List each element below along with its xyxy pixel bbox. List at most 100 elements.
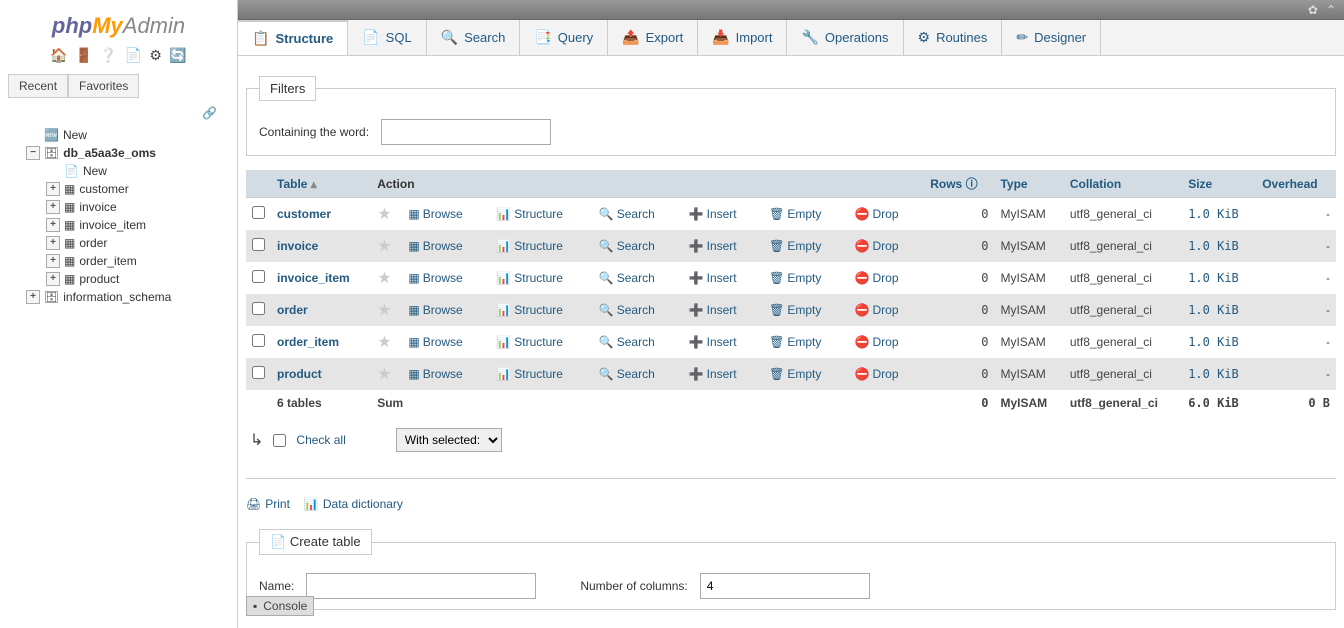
- logo[interactable]: phpMyAdmin: [0, 5, 237, 43]
- browse-action[interactable]: ▦Browse: [408, 207, 462, 221]
- tab-designer[interactable]: ✏Designer: [1002, 20, 1101, 55]
- expand-icon[interactable]: +: [46, 218, 60, 232]
- structure-action[interactable]: 📊Structure: [496, 303, 563, 317]
- row-checkbox[interactable]: [252, 302, 265, 315]
- tab-import[interactable]: 📥Import: [698, 20, 787, 55]
- empty-action[interactable]: 🗑Empty: [769, 271, 821, 285]
- drop-action[interactable]: ⛔Drop: [855, 207, 899, 221]
- data-dictionary-link[interactable]: 📊Data dictionary: [304, 497, 403, 511]
- expand-icon[interactable]: +: [26, 290, 40, 304]
- tab-query[interactable]: 📑Query: [520, 20, 608, 55]
- collapse-panel-icon[interactable]: ⌃: [1326, 3, 1336, 17]
- drop-action[interactable]: ⛔Drop: [855, 303, 899, 317]
- insert-action[interactable]: ➕Insert: [689, 367, 737, 381]
- empty-action[interactable]: 🗑Empty: [769, 239, 821, 253]
- browse-action[interactable]: ▦Browse: [408, 335, 462, 349]
- tab-structure[interactable]: 📋Structure: [238, 20, 348, 55]
- create-cols-input[interactable]: [700, 573, 870, 599]
- table-name-link[interactable]: order_item: [277, 335, 339, 349]
- insert-action[interactable]: ➕Insert: [689, 239, 737, 253]
- row-checkbox[interactable]: [252, 238, 265, 251]
- insert-action[interactable]: ➕Insert: [689, 207, 737, 221]
- expand-icon[interactable]: +: [46, 236, 60, 250]
- empty-action[interactable]: 🗑Empty: [769, 207, 821, 221]
- empty-action[interactable]: 🗑Empty: [769, 367, 821, 381]
- row-checkbox[interactable]: [252, 206, 265, 219]
- search-action[interactable]: 🔍Search: [599, 207, 655, 221]
- row-checkbox[interactable]: [252, 270, 265, 283]
- drop-action[interactable]: ⛔Drop: [855, 239, 899, 253]
- filter-input[interactable]: [381, 119, 551, 145]
- gear-icon[interactable]: ✿: [1308, 3, 1318, 17]
- browse-action[interactable]: ▦Browse: [408, 303, 462, 317]
- reload-icon[interactable]: 🔄: [169, 47, 186, 63]
- search-action[interactable]: 🔍Search: [599, 335, 655, 349]
- collapse-icon[interactable]: −: [26, 146, 40, 160]
- table-name-link[interactable]: order: [277, 303, 308, 317]
- insert-action[interactable]: ➕Insert: [689, 335, 737, 349]
- insert-action[interactable]: ➕Insert: [689, 303, 737, 317]
- tree-table-invoice_item[interactable]: +▦invoice_item: [8, 216, 229, 234]
- search-action[interactable]: 🔍Search: [599, 271, 655, 285]
- with-selected-select[interactable]: With selected:: [396, 428, 502, 452]
- link-icon[interactable]: 🔗: [202, 106, 217, 120]
- check-all-label[interactable]: Check all: [296, 433, 345, 447]
- structure-action[interactable]: 📊Structure: [496, 239, 563, 253]
- create-name-input[interactable]: [306, 573, 536, 599]
- tree-new-db[interactable]: 🆕New: [8, 126, 229, 144]
- browse-action[interactable]: ▦Browse: [408, 271, 462, 285]
- help-icon[interactable]: ⓘ: [966, 177, 978, 191]
- check-all-checkbox[interactable]: [273, 434, 286, 447]
- sort-icon[interactable]: ▴: [311, 177, 317, 191]
- row-checkbox[interactable]: [252, 366, 265, 379]
- tree-table-order[interactable]: +▦order: [8, 234, 229, 252]
- table-name-link[interactable]: invoice_item: [277, 271, 350, 285]
- sql-icon[interactable]: 📄: [125, 47, 142, 63]
- drop-action[interactable]: ⛔Drop: [855, 335, 899, 349]
- favorites-button[interactable]: Favorites: [68, 74, 139, 98]
- tree-table-product[interactable]: +▦product: [8, 270, 229, 288]
- table-name-link[interactable]: product: [277, 367, 322, 381]
- docs-icon[interactable]: ❔: [100, 47, 117, 63]
- logout-icon[interactable]: 🚪: [75, 47, 92, 63]
- console-bar[interactable]: ▪ Console: [246, 596, 314, 616]
- expand-icon[interactable]: +: [46, 272, 60, 286]
- expand-icon[interactable]: +: [46, 200, 60, 214]
- tree-table-order_item[interactable]: +▦order_item: [8, 252, 229, 270]
- table-name-link[interactable]: customer: [277, 207, 331, 221]
- tab-routines[interactable]: ⚙Routines: [904, 20, 1003, 55]
- structure-action[interactable]: 📊Structure: [496, 271, 563, 285]
- structure-action[interactable]: 📊Structure: [496, 367, 563, 381]
- empty-action[interactable]: 🗑Empty: [769, 335, 821, 349]
- tab-search[interactable]: 🔍Search: [427, 20, 521, 55]
- print-link[interactable]: 🖨Print: [246, 497, 290, 511]
- favorite-star-icon[interactable]: ★: [377, 238, 391, 255]
- tab-sql[interactable]: 📄SQL: [348, 20, 426, 55]
- empty-action[interactable]: 🗑Empty: [769, 303, 821, 317]
- drop-action[interactable]: ⛔Drop: [855, 367, 899, 381]
- favorite-star-icon[interactable]: ★: [377, 334, 391, 351]
- home-icon[interactable]: 🏠: [50, 47, 67, 63]
- browse-action[interactable]: ▦Browse: [408, 239, 462, 253]
- recent-button[interactable]: Recent: [8, 74, 68, 98]
- tree-information-schema[interactable]: +🗄information_schema: [8, 288, 229, 306]
- settings-icon[interactable]: ⚙: [149, 47, 162, 63]
- search-action[interactable]: 🔍Search: [599, 303, 655, 317]
- table-name-link[interactable]: invoice: [277, 239, 318, 253]
- tab-export[interactable]: 📤Export: [608, 20, 698, 55]
- expand-icon[interactable]: +: [46, 254, 60, 268]
- expand-icon[interactable]: +: [46, 182, 60, 196]
- favorite-star-icon[interactable]: ★: [377, 366, 391, 383]
- tree-db-new-table[interactable]: 📄New: [8, 162, 229, 180]
- tree-table-invoice[interactable]: +▦invoice: [8, 198, 229, 216]
- favorite-star-icon[interactable]: ★: [377, 270, 391, 287]
- search-action[interactable]: 🔍Search: [599, 367, 655, 381]
- tab-operations[interactable]: 🔧Operations: [787, 20, 903, 55]
- structure-action[interactable]: 📊Structure: [496, 207, 563, 221]
- tree-table-customer[interactable]: +▦customer: [8, 180, 229, 198]
- favorite-star-icon[interactable]: ★: [377, 206, 391, 223]
- favorite-star-icon[interactable]: ★: [377, 302, 391, 319]
- tree-db-active[interactable]: −🗄db_a5aa3e_oms: [8, 144, 229, 162]
- structure-action[interactable]: 📊Structure: [496, 335, 563, 349]
- drop-action[interactable]: ⛔Drop: [855, 271, 899, 285]
